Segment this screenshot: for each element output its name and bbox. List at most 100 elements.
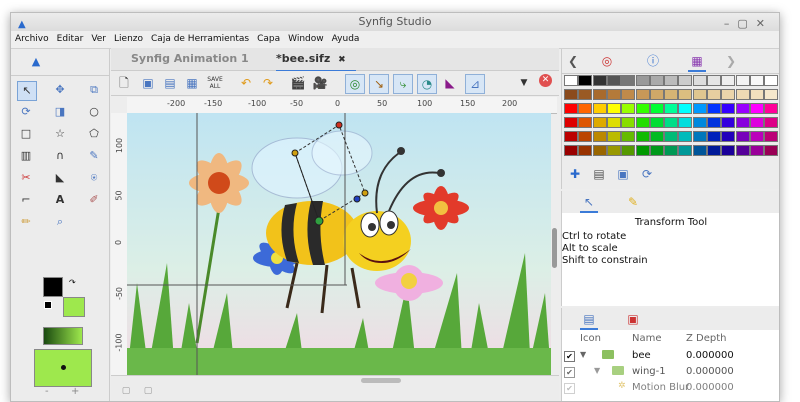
refresh-palette-icon[interactable]: ⟳ [638, 165, 656, 183]
palette-swatch[interactable] [692, 103, 707, 114]
menu-editar[interactable]: Editar [53, 34, 88, 44]
zoom-tool-icon[interactable]: ⌕ [51, 213, 69, 231]
palette-swatch[interactable] [664, 75, 679, 86]
palette-swatch[interactable] [678, 75, 693, 86]
vertical-ruler[interactable]: 100 50 0 -50 -100 [111, 113, 128, 375]
palette-swatch[interactable] [592, 103, 607, 114]
palette-swatch[interactable] [692, 131, 707, 142]
horizontal-ruler[interactable]: -200 -150 -100 -50 0 50 100 150 200 [127, 97, 557, 114]
palette-swatch[interactable] [649, 131, 664, 142]
text-tool-icon[interactable]: A [51, 191, 69, 209]
palette-swatch[interactable] [749, 103, 764, 114]
palette-swatch[interactable] [721, 117, 736, 128]
palette-swatch[interactable] [707, 89, 721, 100]
rectangle-tool-icon[interactable]: □ [17, 125, 35, 143]
palette-swatch[interactable] [606, 103, 621, 114]
palette-swatch[interactable] [649, 117, 664, 128]
menu-window[interactable]: Window [284, 34, 328, 44]
palette-swatch[interactable] [621, 103, 636, 114]
palette-swatch[interactable] [749, 117, 764, 128]
undo-icon[interactable]: ↶ [237, 74, 255, 92]
chevron-down-icon[interactable]: ▼ [515, 74, 533, 92]
save-all-button[interactable]: SAVE ALL [205, 76, 225, 90]
width-handles-icon[interactable]: ◣ [441, 74, 459, 92]
navigator-icon[interactable]: ◎ [598, 52, 616, 70]
vertical-scrollbar[interactable] [552, 228, 557, 268]
chevron-left-icon[interactable]: ❮ [564, 52, 582, 70]
tab-bee-sifz[interactable]: *bee.sifz ✖ [276, 48, 356, 72]
palette-swatch[interactable] [635, 103, 650, 114]
library-tab-icon[interactable]: ✎ [624, 193, 642, 211]
palette-swatch[interactable] [764, 75, 779, 86]
checkbox[interactable]: ✔ [564, 383, 575, 394]
palette-swatch[interactable] [564, 75, 578, 86]
palette-swatch[interactable] [735, 117, 750, 128]
palette-swatch[interactable] [678, 89, 693, 100]
brush-size-decrease[interactable]: - [45, 386, 49, 397]
close-canvas-icon[interactable]: ✕ [539, 74, 552, 87]
draw-tool-icon[interactable]: ✎ [85, 147, 103, 165]
palette-swatch[interactable] [764, 145, 779, 156]
sets-tab-icon[interactable]: ▣ [624, 310, 642, 328]
palette-swatch[interactable] [621, 131, 636, 142]
checkbox[interactable]: ✔ [564, 351, 575, 362]
palette-swatch[interactable] [606, 89, 621, 100]
chevron-right-icon[interactable]: ❯ [722, 52, 740, 70]
palette-swatch[interactable] [635, 89, 650, 100]
palette-swatch[interactable] [564, 145, 578, 156]
angle-handles-icon[interactable]: ⊿ [465, 74, 485, 94]
cutout-tool-icon[interactable]: ✂ [17, 169, 35, 187]
horizontal-scrollbar[interactable] [361, 378, 401, 383]
expand-arrow-icon[interactable]: ▼ [594, 366, 600, 375]
palette-swatch[interactable] [592, 131, 607, 142]
palette-swatch[interactable] [664, 145, 679, 156]
palette-swatch[interactable] [692, 117, 707, 128]
column-z-depth[interactable]: Z Depth [686, 333, 727, 344]
fill-tool-icon[interactable]: ◣ [51, 169, 69, 187]
canvas-viewport[interactable] [127, 113, 551, 375]
layers-tab-icon[interactable]: ▤ [580, 310, 598, 330]
palette-swatch[interactable] [635, 75, 650, 86]
menu-capa[interactable]: Capa [253, 34, 284, 44]
palette-swatch[interactable] [707, 131, 721, 142]
palette-swatch[interactable] [735, 145, 750, 156]
reset-colors-icon[interactable] [44, 301, 52, 309]
palette-swatch[interactable] [578, 131, 593, 142]
palette-swatch[interactable] [578, 145, 593, 156]
open-palette-icon[interactable]: ▤ [590, 165, 608, 183]
palette-swatch[interactable] [749, 89, 764, 100]
eyedrop-tool-icon[interactable]: ⌐ [17, 191, 35, 209]
palette-swatch[interactable] [635, 145, 650, 156]
gradient-tool-icon[interactable]: ▥ [17, 147, 35, 165]
brush-tool-icon[interactable]: ✏ [17, 213, 35, 231]
palette-swatch[interactable] [635, 117, 650, 128]
new-file-icon[interactable]: 🗋 [115, 74, 133, 92]
palette-swatch[interactable] [707, 75, 721, 86]
width-tool-icon[interactable]: ⍟ [85, 169, 103, 187]
palette-swatch[interactable] [606, 131, 621, 142]
star-tool-icon[interactable]: ☆ [51, 125, 69, 143]
preview-icon[interactable]: 🎥 [311, 74, 329, 92]
column-icon[interactable]: Icon [580, 333, 601, 344]
palette-swatch[interactable] [592, 75, 607, 86]
palette-swatch[interactable] [649, 145, 664, 156]
palette-swatch[interactable] [664, 103, 679, 114]
gradient-swatch[interactable] [43, 327, 83, 345]
palette-swatch[interactable] [721, 103, 736, 114]
palette-swatch[interactable] [749, 145, 764, 156]
table-row[interactable]: ✔ ▼ bee 0.000000 [562, 348, 779, 364]
toolbox-tab-icon[interactable]: ▲ [27, 53, 45, 71]
palette-swatch[interactable] [749, 131, 764, 142]
palette-swatch[interactable] [592, 145, 607, 156]
keyframe-lock-icon[interactable]: ▢ [139, 382, 157, 400]
brush-preview[interactable] [34, 349, 92, 387]
palette-swatch[interactable] [678, 117, 693, 128]
palette-swatch[interactable] [764, 117, 779, 128]
animation-mode-icon[interactable]: ▢ [117, 382, 135, 400]
menu-ver[interactable]: Ver [87, 34, 110, 44]
palette-swatch[interactable] [678, 103, 693, 114]
transform-tool-icon[interactable]: ↖ [17, 81, 37, 101]
tab-synfig-animation-1[interactable]: Synfig Animation 1 ✖ [131, 48, 261, 87]
palette-swatch[interactable] [678, 145, 693, 156]
palette-swatch[interactable] [664, 89, 679, 100]
